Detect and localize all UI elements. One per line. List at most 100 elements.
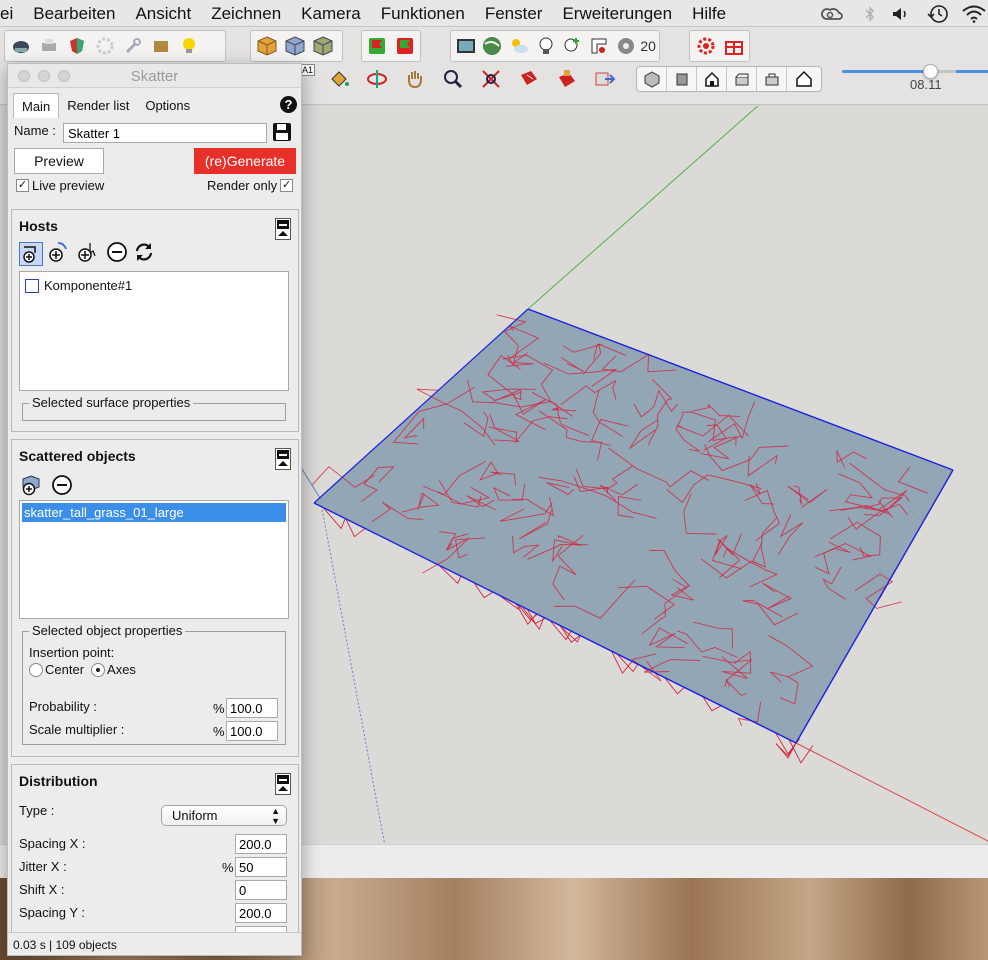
collapse-distribution-icon[interactable] xyxy=(275,773,291,795)
bluetooth-icon[interactable] xyxy=(860,0,880,27)
list-item[interactable]: Komponente#1 xyxy=(25,278,132,293)
volume-icon[interactable] xyxy=(890,0,912,27)
spot-light-icon[interactable] xyxy=(587,34,611,59)
toolbar-group-flags xyxy=(361,30,421,62)
menu-window[interactable]: Fenster xyxy=(475,0,553,27)
section-toggle-icon[interactable] xyxy=(553,65,581,93)
view-top-icon[interactable] xyxy=(667,67,697,91)
skatter-gear-icon[interactable] xyxy=(693,34,718,59)
hosts-list[interactable]: Komponente#1 xyxy=(19,271,289,391)
view-right-icon[interactable] xyxy=(727,67,757,91)
insertion-point-label: Insertion point: xyxy=(29,645,115,660)
live-preview-checkbox[interactable]: ✓ xyxy=(16,179,29,192)
slider-track-end xyxy=(956,70,988,73)
render-helmet-icon[interactable] xyxy=(8,34,33,59)
collapse-scattered-icon[interactable] xyxy=(275,448,291,470)
tab-main[interactable]: Main xyxy=(13,93,60,118)
panel-title: Skatter xyxy=(130,68,179,85)
menu-camera[interactable]: Kamera xyxy=(291,0,371,27)
view-iso-icon[interactable] xyxy=(637,67,667,91)
tab-options[interactable]: Options xyxy=(137,93,198,118)
sky-icon[interactable] xyxy=(507,34,531,59)
spacing-x-input[interactable] xyxy=(235,834,287,854)
zoom-extents-icon[interactable] xyxy=(477,65,505,93)
center-radio[interactable] xyxy=(29,662,43,677)
menu-file[interactable]: ei xyxy=(0,0,23,27)
help-icon[interactable]: ? xyxy=(280,96,297,113)
green-axis-line xyxy=(527,106,759,310)
scattered-objects-list[interactable]: skatter_tall_grass_01_large xyxy=(19,500,289,619)
bulb-outline-icon[interactable] xyxy=(534,34,558,59)
add-object-icon[interactable] xyxy=(21,474,45,499)
spacing-y-input[interactable] xyxy=(235,903,287,923)
add-host-pick-icon[interactable] xyxy=(48,241,72,266)
live-preview-label: Live preview xyxy=(32,178,105,193)
section-plane-icon[interactable] xyxy=(515,65,543,93)
jitter-x-input[interactable] xyxy=(235,857,287,877)
name-label: Name : xyxy=(14,123,56,138)
hosts-title: Hosts xyxy=(19,218,58,234)
orbit-icon[interactable] xyxy=(363,65,391,93)
paint-bucket-icon[interactable] xyxy=(325,65,353,93)
remove-object-icon[interactable] xyxy=(51,474,73,499)
toolbar-hidden-text: 20 xyxy=(640,38,656,54)
component-orange-icon[interactable] xyxy=(254,34,279,59)
flag-green-icon[interactable] xyxy=(393,34,418,59)
save-icon[interactable] xyxy=(271,121,293,146)
view-front-icon[interactable] xyxy=(697,67,727,91)
scale-multiplier-input[interactable] xyxy=(226,721,278,741)
material-shield-icon[interactable] xyxy=(64,34,89,59)
menu-extensions[interactable]: Erweiterungen xyxy=(552,0,682,27)
menu-view[interactable]: Ansicht xyxy=(125,0,201,27)
box-icon[interactable] xyxy=(148,34,173,59)
tab-render-list[interactable]: Render list xyxy=(59,93,137,118)
probability-input[interactable] xyxy=(226,698,278,718)
flag-red-icon[interactable] xyxy=(365,34,390,59)
type-select[interactable]: Uniform ▲ ▼ xyxy=(161,805,287,826)
walk-arrow-icon[interactable] xyxy=(591,65,619,93)
collapse-hosts-icon[interactable] xyxy=(275,218,291,240)
axes-radio[interactable] xyxy=(91,662,106,677)
a1-badge: A1 xyxy=(300,64,316,76)
view-back-icon[interactable] xyxy=(757,67,787,91)
refresh-icon[interactable] xyxy=(133,241,155,266)
component-green-icon[interactable] xyxy=(310,34,335,59)
panel-tabs: Main Render list Options xyxy=(13,93,198,118)
add-host-cursor-icon[interactable] xyxy=(77,241,101,266)
name-input[interactable] xyxy=(63,123,267,143)
menu-edit[interactable]: Bearbeiten xyxy=(23,0,125,27)
skatter-gift-icon[interactable] xyxy=(721,34,746,59)
shift-x-input[interactable] xyxy=(235,880,287,900)
creative-cloud-icon[interactable] xyxy=(818,0,846,27)
generate-button[interactable]: (re)Generate xyxy=(194,148,296,174)
zoom-icon[interactable] xyxy=(439,65,467,93)
preview-button[interactable]: Preview xyxy=(14,148,104,174)
time-machine-icon[interactable] xyxy=(926,0,950,27)
add-host-icon[interactable] xyxy=(19,241,43,266)
render-only-checkbox[interactable]: ✓ xyxy=(280,179,294,192)
toolbar-group-skatter xyxy=(689,30,750,62)
component-blue-icon[interactable] xyxy=(282,34,307,59)
globe-icon[interactable] xyxy=(481,34,505,59)
spacing-y-label: Spacing Y : xyxy=(19,905,86,920)
toolbar-group-components xyxy=(250,30,343,62)
list-item[interactable]: skatter_tall_grass_01_large xyxy=(22,503,286,522)
remove-host-icon[interactable] xyxy=(106,241,128,266)
light-bulb-icon[interactable] xyxy=(176,34,201,59)
wrench-icon[interactable] xyxy=(120,34,145,59)
settings-cog-icon[interactable] xyxy=(614,34,638,59)
pan-hand-icon[interactable] xyxy=(401,65,429,93)
scattered-title: Scattered objects xyxy=(19,448,136,464)
wifi-icon[interactable] xyxy=(960,0,988,27)
image-frame-icon[interactable] xyxy=(454,34,478,59)
settings-gear-icon[interactable] xyxy=(92,34,117,59)
panel-titlebar[interactable]: Skatter xyxy=(8,64,301,88)
type-label: Type : xyxy=(19,803,55,818)
menu-tools[interactable]: Funktionen xyxy=(371,0,475,27)
menu-help[interactable]: Hilfe xyxy=(682,0,736,27)
menu-draw[interactable]: Zeichnen xyxy=(201,0,291,27)
view-left-icon[interactable] xyxy=(787,67,821,91)
shadow-time-slider[interactable] xyxy=(842,70,974,73)
bulb-add-icon[interactable] xyxy=(561,34,585,59)
render-printer-icon[interactable] xyxy=(36,34,61,59)
